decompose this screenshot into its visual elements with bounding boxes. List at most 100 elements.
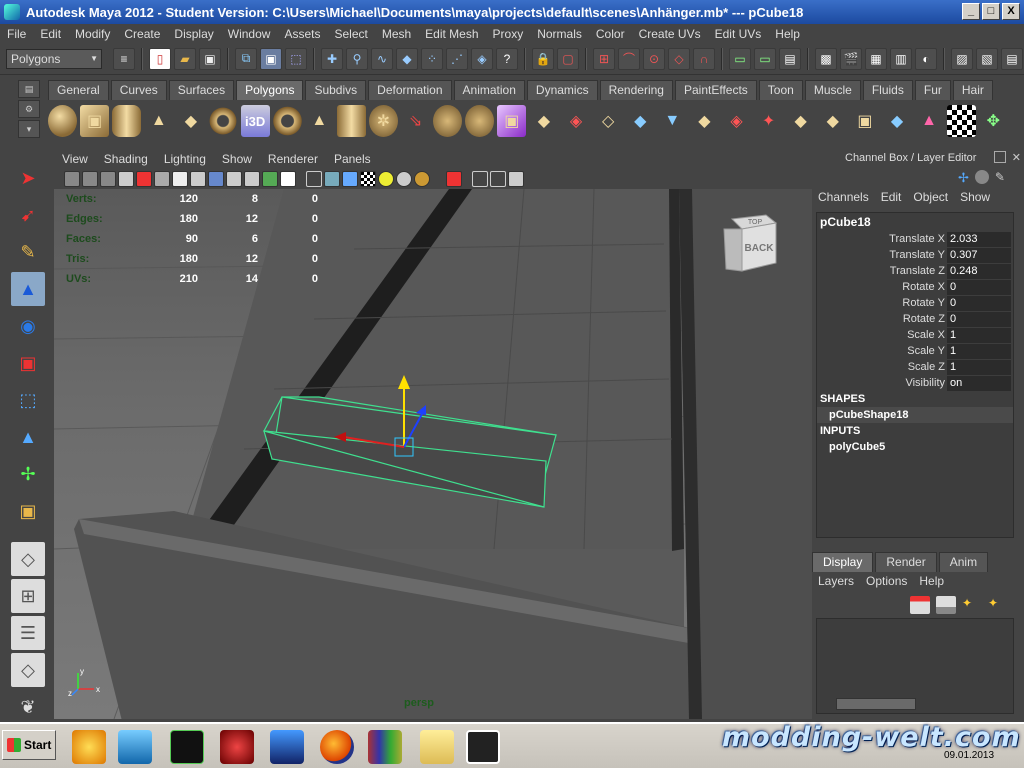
layer-menu-layers[interactable]: Layers (812, 574, 860, 592)
perspective-viewport[interactable]: Verts: 120 8 0 Edges: 180 12 0 Faces: 90 6 0 Tris… (54, 189, 812, 719)
three-app-icon[interactable] (270, 730, 304, 764)
soft-modification-icon[interactable]: ▲ (11, 420, 45, 454)
xray-components-icon[interactable] (490, 170, 506, 187)
channel-row[interactable]: Rotate X0 (817, 279, 1013, 295)
menu-help[interactable]: Help (768, 27, 807, 41)
poke-icon[interactable]: ▣ (850, 105, 879, 137)
safe-action-icon[interactable] (262, 170, 278, 187)
append-polygon-icon[interactable]: ◇ (594, 105, 623, 137)
merge-icon[interactable]: ✦ (754, 105, 783, 137)
shelf-tab-dynamics[interactable]: Dynamics (526, 80, 598, 100)
poly-cone-icon[interactable]: ▲ (144, 105, 173, 137)
channel-menu-show[interactable]: Show (954, 190, 996, 208)
firefox-icon[interactable] (320, 730, 354, 764)
channel-row[interactable]: Rotate Y0 (817, 295, 1013, 311)
bevel-icon[interactable]: ◈ (722, 105, 751, 137)
shelf-tab-fluids[interactable]: Fluids (862, 80, 913, 100)
channel-row[interactable]: Scale Z1 (817, 359, 1013, 375)
layer-tab-render[interactable]: Render (875, 552, 937, 572)
close-panel-icon[interactable]: ✕ (1012, 150, 1021, 166)
menu-create-uvs[interactable]: Create UVs (632, 27, 708, 41)
single-pane-layout-icon[interactable]: ◇ (11, 542, 45, 576)
persp-graph-layout-icon[interactable]: ◇ (11, 653, 45, 687)
input-node-item[interactable]: polyCube5 (817, 439, 1013, 455)
paint-select-tool-icon[interactable]: ✎ (11, 235, 45, 269)
new-layer-add-icon[interactable]: ✦ (988, 596, 1008, 614)
start-button[interactable]: Start (2, 730, 56, 760)
menu-modify[interactable]: Modify (68, 27, 117, 41)
mask-joints-icon[interactable]: ⚲ (346, 47, 368, 70)
menu-proxy[interactable]: Proxy (486, 27, 531, 41)
layer-menu-options[interactable]: Options (860, 574, 913, 592)
channel-row[interactable]: Translate X 2.033 (817, 231, 1013, 247)
manipulator-toggle-icon[interactable] (974, 170, 989, 184)
shelf-tab-painteffects[interactable]: PaintEffects (674, 80, 757, 100)
shelf-tab-polygons[interactable]: Polygons (236, 80, 304, 100)
offset-edge-loop-icon[interactable]: ◆ (690, 105, 719, 137)
select-tool-icon[interactable]: ➤ (11, 161, 45, 195)
viewport-menu-renderer[interactable]: Renderer (260, 152, 326, 166)
snap-grid-icon[interactable]: ⊞ (593, 47, 615, 70)
shelf-tab-general[interactable]: General (48, 80, 109, 100)
field-chart-icon[interactable] (244, 170, 260, 187)
isolate-select-icon[interactable] (446, 170, 462, 187)
channel-menu-channels[interactable]: Channels (812, 190, 875, 208)
mask-dynamics-icon[interactable]: ⋰ (446, 47, 468, 70)
bridge-icon[interactable]: ◈ (562, 105, 591, 137)
separate-icon[interactable] (433, 105, 463, 137)
mask-surfaces-icon[interactable]: ◆ (396, 47, 418, 70)
shelf-tab-muscle[interactable]: Muscle (804, 80, 861, 100)
channel-row[interactable]: Visibility on (817, 375, 1013, 391)
pencil-icon[interactable]: ✎ (995, 170, 1005, 186)
channel-row[interactable]: Rotate Z0 (817, 311, 1013, 327)
poly-cylinder-icon[interactable] (112, 105, 142, 137)
new-layer-icon[interactable] (910, 596, 930, 614)
lasso-tool-icon[interactable]: ➹ (11, 198, 45, 232)
channel-menu-edit[interactable]: Edit (875, 190, 908, 208)
layer-tab-anim[interactable]: Anim (938, 552, 989, 572)
scale-tool-icon[interactable]: ▣ (11, 346, 45, 380)
shelf-tab-curves[interactable]: Curves (110, 80, 167, 100)
select-camera-icon[interactable] (64, 170, 80, 187)
new-empty-layer-icon[interactable]: ✦ (962, 596, 982, 614)
menu-display[interactable]: Display (167, 27, 220, 41)
layer-list-scrollbar[interactable] (836, 698, 916, 710)
show-manipulator-icon[interactable]: ✢ (11, 457, 45, 491)
mask-rendering-icon[interactable]: ◈ (471, 47, 493, 70)
extrude-icon[interactable]: ◆ (529, 105, 558, 137)
use-all-lights-icon[interactable] (396, 170, 412, 187)
poly-sphere-icon[interactable] (48, 105, 78, 137)
menu-mesh[interactable]: Mesh (375, 27, 418, 41)
menu-create[interactable]: Create (117, 27, 167, 41)
image-plane-icon[interactable] (118, 170, 134, 187)
viewport-menu-shading[interactable]: Shading (96, 152, 156, 166)
menu-assets[interactable]: Assets (277, 27, 327, 41)
resolution-gate-icon[interactable] (208, 170, 224, 187)
minimize-button[interactable]: _ (962, 3, 980, 20)
grip-icon[interactable]: ≡ (113, 47, 135, 70)
history-output-icon[interactable]: ▭ (754, 47, 776, 70)
channel-menu-object[interactable]: Object (907, 190, 954, 208)
snap-point-icon[interactable]: ⊙ (643, 47, 665, 70)
safe-title-icon[interactable] (280, 170, 296, 187)
history-input-icon[interactable]: ▭ (729, 47, 751, 70)
poly-cube-icon[interactable]: ▣ (80, 105, 110, 137)
channel-row[interactable]: Scale X1 (817, 327, 1013, 343)
float-panel-icon[interactable] (994, 151, 1006, 163)
toggle-channel-box-icon[interactable]: ▤ (1001, 47, 1023, 70)
film-gate-icon[interactable] (190, 170, 206, 187)
move-tool-icon[interactable]: ▲ (11, 272, 45, 306)
media-player-icon[interactable] (118, 730, 152, 764)
starburst-app-icon[interactable] (72, 730, 106, 764)
menu-normals[interactable]: Normals (530, 27, 589, 41)
snap-curve-icon[interactable]: ⌒ (618, 47, 640, 70)
gate-mask-icon[interactable] (226, 170, 242, 187)
layer-menu-help[interactable]: Help (913, 574, 950, 592)
layer-tab-display[interactable]: Display (812, 552, 874, 572)
shelf-tab-toggle-icon[interactable]: ▤ (18, 80, 40, 98)
mask-handles-icon[interactable]: ✚ (321, 47, 343, 70)
menu-file[interactable]: File (0, 27, 33, 41)
new-layer-selected-icon[interactable] (936, 596, 956, 614)
make-live-icon[interactable]: ∩ (693, 47, 715, 70)
render-settings-icon[interactable]: ▥ (890, 47, 912, 70)
